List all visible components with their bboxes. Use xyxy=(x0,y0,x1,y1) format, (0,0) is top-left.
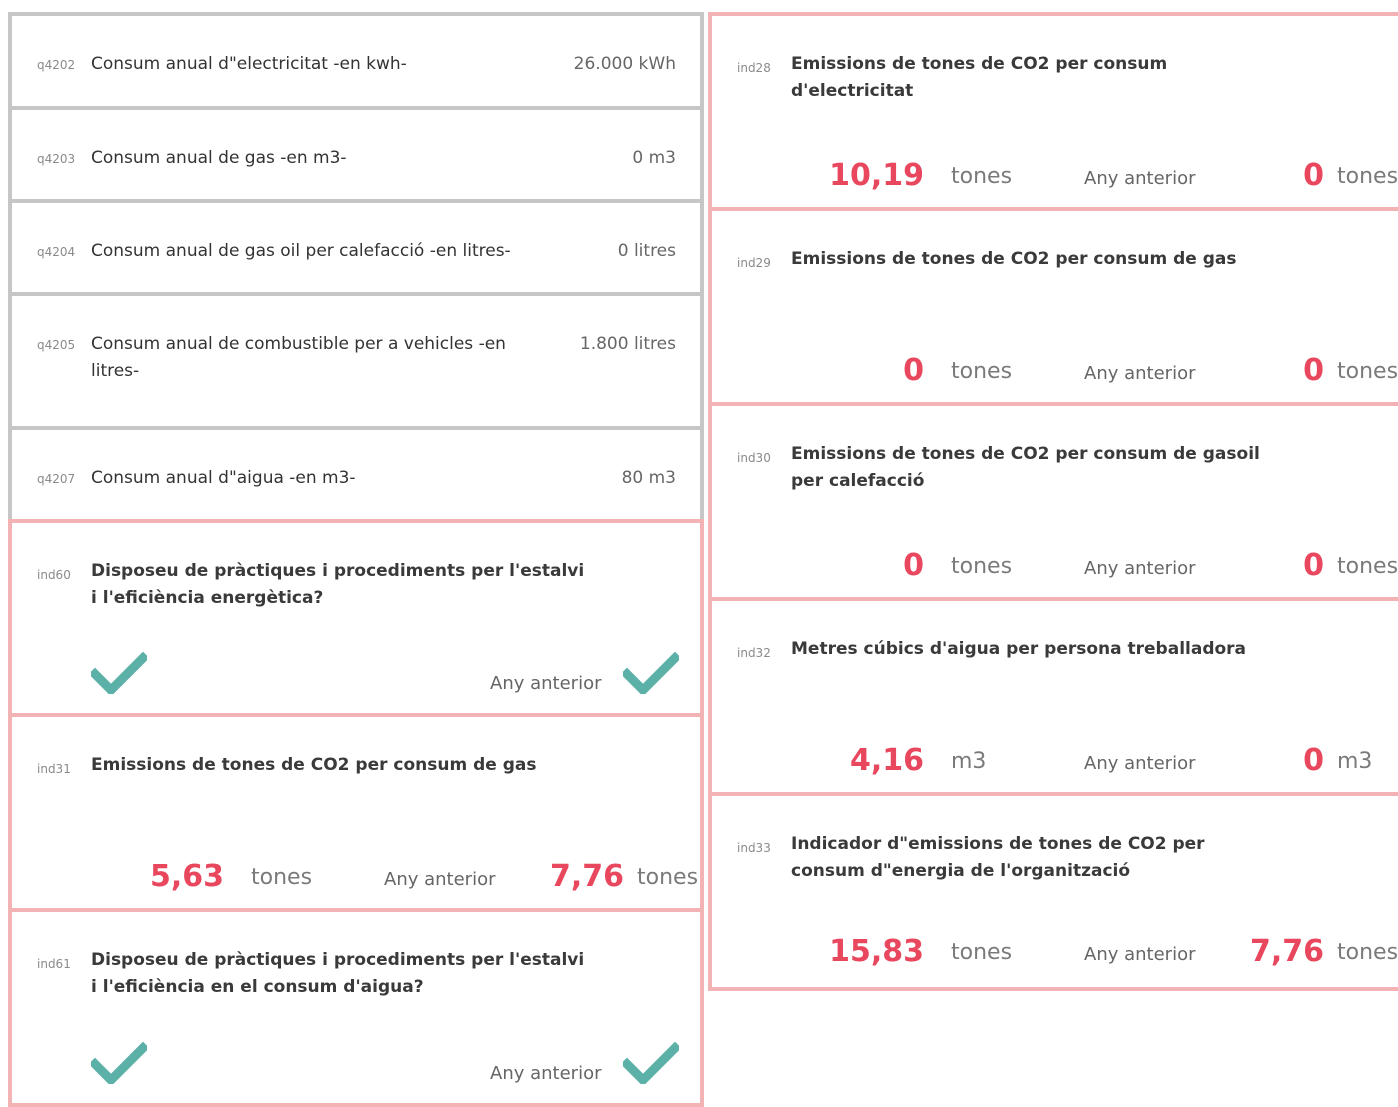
indicator-title: Emissions de tones de CO2 per consum de … xyxy=(791,249,1237,269)
input-card-q4205: q4205 Consum anual de combustible per a … xyxy=(8,292,704,431)
input-value: 1.800 litres xyxy=(579,334,676,354)
indicator-card-ind29: ind29 Emissions de tones de CO2 per cons… xyxy=(708,207,1398,407)
indicator-unit: tones xyxy=(251,865,313,890)
input-card-q4204: q4204 Consum anual de gas oil per calefa… xyxy=(8,199,704,297)
previous-unit: m3 xyxy=(1337,749,1373,774)
input-label: Consum anual d"aigua -en m3- xyxy=(91,468,356,488)
indicator-title: Disposeu de pràctiques i procediments pe… xyxy=(91,561,585,608)
input-code: q4203 xyxy=(37,152,76,166)
indicator-card-ind61: ind61 Disposeu de pràctiques i procedime… xyxy=(8,908,704,1107)
indicator-title: Emissions de tones de CO2 per consum d'e… xyxy=(791,54,1168,101)
previous-unit: tones xyxy=(637,865,699,890)
input-code: q4207 xyxy=(37,472,76,486)
check-icon xyxy=(91,1042,147,1084)
indicator-value: 5,63 xyxy=(149,859,224,894)
previous-value: 7,76 xyxy=(549,859,624,894)
previous-year-label: Any anterior xyxy=(1084,168,1196,189)
previous-year-label: Any anterior xyxy=(384,869,496,890)
previous-unit: tones xyxy=(1337,164,1398,189)
previous-year-label: Any anterior xyxy=(490,673,602,694)
input-label: Consum anual de combustible per a vehicl… xyxy=(91,334,506,381)
indicator-title: Indicador d"emissions de tones de CO2 pe… xyxy=(791,834,1205,881)
indicator-title: Emissions de tones de CO2 per consum de … xyxy=(791,444,1260,491)
input-value: 0 m3 xyxy=(632,148,676,168)
previous-unit: tones xyxy=(1337,940,1398,965)
indicator-value: 0 xyxy=(903,548,924,583)
indicator-card-ind32: ind32 Metres cúbics d'aigua per persona … xyxy=(708,597,1398,797)
input-value: 80 m3 xyxy=(621,468,676,488)
indicator-card-ind60: ind60 Disposeu de pràctiques i procedime… xyxy=(8,519,704,718)
input-card-q4203: q4203 Consum anual de gas -en m3- 0 m3 xyxy=(8,106,704,204)
indicator-card-ind31: ind31 Emissions de tones de CO2 per cons… xyxy=(8,713,704,912)
input-value: 26.000 kWh xyxy=(573,54,676,74)
indicator-unit: tones xyxy=(951,554,1013,579)
previous-value: 0 xyxy=(1303,158,1324,193)
left-column: q4202 Consum anual d"electricitat -en kw… xyxy=(0,0,710,1107)
indicator-code: ind29 xyxy=(737,256,771,270)
indicator-code: ind31 xyxy=(37,762,71,776)
input-code: q4205 xyxy=(37,338,76,352)
previous-unit: tones xyxy=(1337,554,1398,579)
indicator-unit: tones xyxy=(951,940,1013,965)
indicator-card-ind28: ind28 Emissions de tones de CO2 per cons… xyxy=(708,12,1398,212)
indicator-value: 4,16 xyxy=(849,743,924,778)
previous-year-label: Any anterior xyxy=(1084,363,1196,384)
input-value: 0 litres xyxy=(617,241,676,261)
indicator-title: Disposeu de pràctiques i procediments pe… xyxy=(91,950,585,997)
previous-value: 0 xyxy=(1303,353,1324,388)
previous-unit: tones xyxy=(1337,359,1398,384)
previous-year-label: Any anterior xyxy=(490,1063,602,1084)
input-card-q4207: q4207 Consum anual d"aigua -en m3- 80 m3 xyxy=(8,426,704,524)
input-card-q4202: q4202 Consum anual d"electricitat -en kw… xyxy=(8,12,704,110)
indicator-code: ind33 xyxy=(737,841,771,855)
indicator-value: 10,19 xyxy=(829,158,924,193)
indicator-code: ind60 xyxy=(37,568,71,582)
indicator-code: ind32 xyxy=(737,646,771,660)
previous-value: 0 xyxy=(1303,548,1324,583)
input-label: Consum anual de gas oil per calefacció -… xyxy=(91,241,511,261)
check-icon xyxy=(91,652,147,694)
previous-year-label: Any anterior xyxy=(1084,558,1196,579)
input-label: Consum anual de gas -en m3- xyxy=(91,148,347,168)
indicator-title: Emissions de tones de CO2 per consum de … xyxy=(91,755,537,775)
indicator-code: ind30 xyxy=(737,451,771,465)
indicator-card-ind30: ind30 Emissions de tones de CO2 per cons… xyxy=(708,402,1398,602)
indicator-code: ind61 xyxy=(37,957,71,971)
previous-year-label: Any anterior xyxy=(1084,944,1196,965)
indicator-card-ind33: ind33 Indicador d"emissions de tones de … xyxy=(708,792,1398,991)
previous-check-icon xyxy=(623,652,679,694)
previous-check-icon xyxy=(623,1042,679,1084)
previous-value: 7,76 xyxy=(1249,934,1324,969)
indicator-code: ind28 xyxy=(737,61,771,75)
indicator-value: 0 xyxy=(903,353,924,388)
indicator-unit: m3 xyxy=(951,749,987,774)
input-code: q4204 xyxy=(37,245,76,259)
indicator-unit: tones xyxy=(951,164,1013,189)
right-column: ind28 Emissions de tones de CO2 per cons… xyxy=(708,0,1398,1097)
input-code: q4202 xyxy=(37,58,76,72)
indicator-value: 15,83 xyxy=(829,934,924,969)
indicator-title: Metres cúbics d'aigua per persona trebal… xyxy=(791,639,1247,659)
input-label: Consum anual d"electricitat -en kwh- xyxy=(91,54,407,74)
previous-value: 0 xyxy=(1303,743,1324,778)
indicator-unit: tones xyxy=(951,359,1013,384)
previous-year-label: Any anterior xyxy=(1084,753,1196,774)
